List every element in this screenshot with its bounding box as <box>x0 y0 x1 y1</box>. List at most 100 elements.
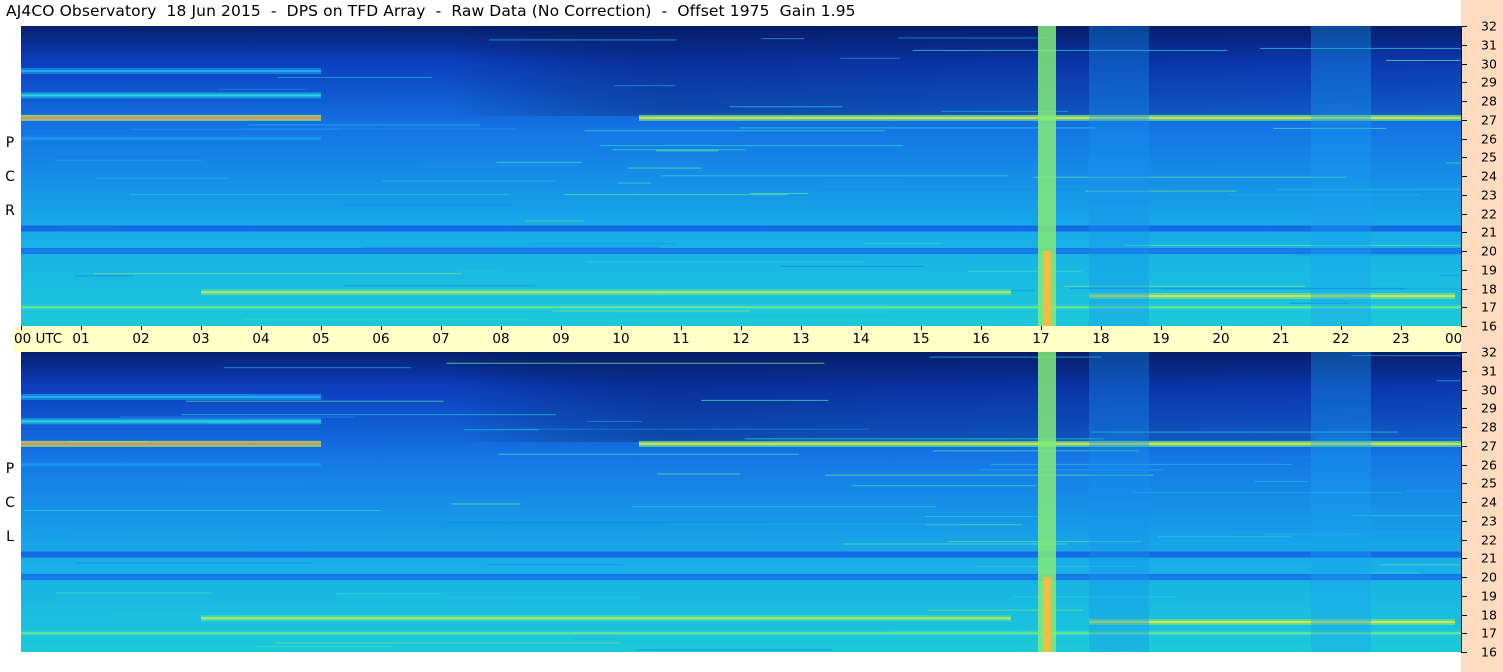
interference-streak <box>486 564 624 566</box>
time-tick <box>501 326 502 330</box>
interference-streak <box>335 593 442 595</box>
frequency-tick <box>1461 288 1467 290</box>
interference-streak <box>828 178 901 180</box>
time-axis: 00 UTC 01 02 03 04 05 06 07 08 09 10 11 12 13 14 15 16 17… <box>14 326 1495 352</box>
lcp-spectrogram-plot <box>21 352 1461 652</box>
lcp-label-letter: C <box>5 495 15 511</box>
interference-streak <box>780 265 925 267</box>
frequency-tick-label: 26 <box>1481 131 1497 146</box>
frequency-tick <box>1461 539 1467 541</box>
rcp-label-letter: P <box>5 135 15 151</box>
frequency-tick <box>1461 520 1467 522</box>
signal-band-core <box>21 70 321 72</box>
interference-streak <box>33 528 75 530</box>
time-tick-label: 20 <box>1212 331 1230 347</box>
signal-band-core <box>21 116 321 119</box>
interference-streak <box>928 609 1084 611</box>
rcp-label-letter: C <box>5 169 15 185</box>
frequency-tick-label: 17 <box>1481 625 1497 641</box>
frequency-tick-label: 24 <box>1481 494 1497 510</box>
interference-streak <box>656 150 719 152</box>
frequency-tick <box>1461 232 1467 234</box>
frequency-tick-label: 16 <box>1481 644 1497 660</box>
interference-streak <box>628 167 702 169</box>
time-tick <box>21 326 22 330</box>
frequency-tick <box>1461 408 1467 410</box>
interference-streak <box>528 243 675 245</box>
frequency-tick-label: 32 <box>1481 18 1497 34</box>
interference-streak <box>277 76 432 78</box>
time-tick-label: 01 <box>72 331 90 347</box>
vertical-burst <box>1089 26 1149 326</box>
lcp-label: P C L <box>2 452 18 554</box>
time-tick-label: 14 <box>852 331 870 347</box>
interference-streak <box>929 356 1102 358</box>
time-tick <box>561 326 562 330</box>
frequency-tick <box>1461 307 1467 309</box>
time-tick-label: 13 <box>792 331 810 347</box>
frequency-tick-label: 20 <box>1481 569 1497 585</box>
interference-streak <box>217 88 308 90</box>
frequency-tick <box>1461 577 1467 578</box>
interference-streak <box>967 270 1082 272</box>
interference-streak <box>488 39 677 41</box>
interference-streak <box>242 128 517 130</box>
interference-streak <box>181 414 556 416</box>
time-tick <box>1281 326 1282 330</box>
frequency-tick <box>1461 213 1467 215</box>
time-tick <box>81 326 82 330</box>
frequency-tick-label: 25 <box>1481 149 1497 165</box>
interference-streak <box>109 612 241 614</box>
time-tick-label: 17 <box>1032 331 1050 347</box>
interference-streak <box>599 145 903 147</box>
frequency-tick-label: 27 <box>1481 438 1497 454</box>
interference-streak <box>24 510 381 512</box>
signal-band-core <box>21 576 1461 578</box>
interference-streak <box>665 523 960 525</box>
signal-band-core <box>201 291 1011 294</box>
frequency-tick-label: 31 <box>1481 37 1497 53</box>
interference-streak <box>451 503 521 505</box>
interference-streak <box>494 428 870 430</box>
frequency-tick <box>1461 176 1467 177</box>
signal-band-core <box>21 396 321 398</box>
interference-streak <box>1362 572 1420 574</box>
interference-streak <box>275 642 620 644</box>
interference-streak <box>586 420 642 422</box>
frequency-tick <box>1461 63 1467 65</box>
time-tick-label: 15 <box>912 331 930 347</box>
signal-band-core <box>21 94 321 97</box>
interference-streak <box>1158 536 1291 538</box>
interference-streak <box>95 177 227 179</box>
time-tick-label: 21 <box>1272 331 1290 347</box>
frequency-tick-label: 29 <box>1481 74 1497 90</box>
frequency-tick <box>1461 595 1467 597</box>
interference-streak <box>129 193 510 195</box>
time-tick <box>1341 326 1342 330</box>
frequency-tick <box>1461 614 1467 616</box>
rcp-spectrogram <box>21 26 1461 326</box>
interference-streak <box>842 543 1067 545</box>
interference-streak <box>925 515 1046 517</box>
interference-streak <box>1413 188 1461 190</box>
interference-streak <box>572 638 617 640</box>
frequency-tick <box>1461 326 1467 327</box>
interference-streak <box>441 522 769 524</box>
interference-streak <box>342 204 513 206</box>
interference-streak <box>463 429 539 431</box>
interference-streak <box>1398 245 1431 247</box>
frequency-tick-label: 19 <box>1481 262 1497 278</box>
time-tick <box>621 326 622 330</box>
interference-streak <box>248 124 481 126</box>
vertical-burst-core <box>1043 251 1051 326</box>
time-tick <box>441 326 442 330</box>
signal-band-core <box>21 420 321 423</box>
chart-title: AJ4CO Observatory 18 Jun 2015 - DPS on T… <box>6 2 856 20</box>
frequency-tick <box>1461 389 1467 391</box>
frequency-tick-label: 26 <box>1481 457 1497 472</box>
time-tick <box>1161 326 1162 330</box>
interference-streak <box>361 246 660 248</box>
interference-streak <box>55 159 203 161</box>
frequency-tick-label: 25 <box>1481 475 1497 491</box>
interference-streak <box>458 270 500 272</box>
